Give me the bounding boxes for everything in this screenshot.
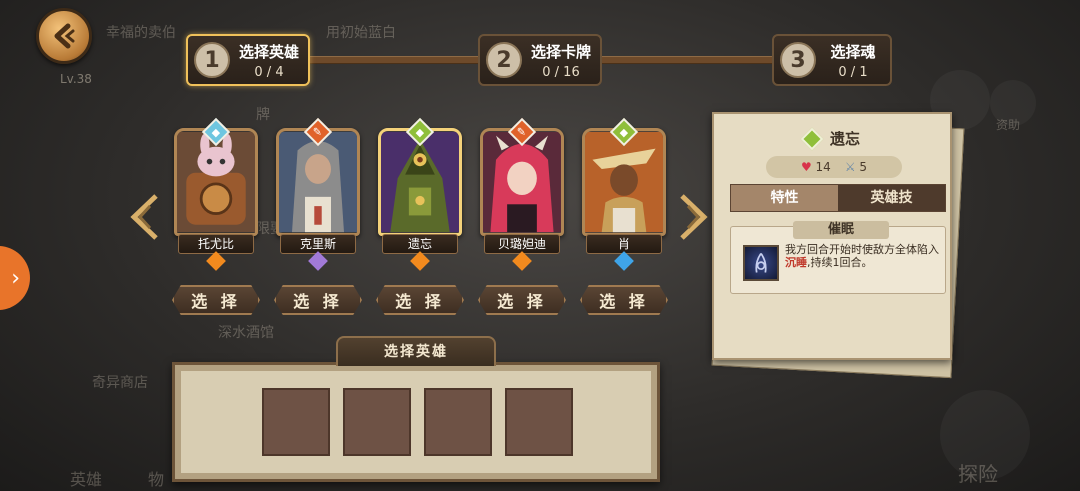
bg-label: 物	[148, 470, 165, 489]
step-count: 0 / 16	[542, 64, 580, 80]
hero-portrait	[483, 131, 561, 233]
hypnosis-icon	[743, 245, 779, 281]
rarity-gem-icon	[512, 251, 532, 271]
side-expand-tab[interactable]: ›	[0, 246, 30, 310]
tab-hero-skill[interactable]: 英雄技	[838, 185, 945, 211]
step-select-soul[interactable]: 3 选择魂 0 / 1	[772, 34, 892, 86]
carousel-next-button[interactable]	[676, 192, 710, 242]
step-count: 0 / 4	[254, 64, 284, 80]
trait-card: 催眠 我方回合开始时使敌方全体陷入沉睡,持续1回合。	[730, 221, 946, 294]
selected-heroes-panel	[172, 362, 660, 482]
hero-detail-name: 遗忘	[829, 130, 860, 148]
bg-label: 英雄	[70, 470, 103, 489]
bg-label: 探险	[958, 462, 998, 486]
hero-portrait	[585, 131, 663, 233]
step-select-hero[interactable]: 1 选择英雄 0 / 4	[186, 34, 310, 86]
class-gem-icon	[800, 127, 824, 150]
hero-portrait	[177, 131, 255, 233]
rarity-gem-icon	[614, 251, 634, 271]
step-number: 2	[486, 42, 522, 78]
hero-detail-panel: 遗忘 ♥ 14 ⚔ 5 特性 英雄技 催眠 我方回合开始时使敌方全体陷入沉睡,持…	[712, 112, 952, 360]
bg-label: 幸福的卖伯	[106, 25, 176, 41]
hero-card[interactable]: ✎ 克里斯	[276, 117, 360, 272]
sword-icon: ⚔	[844, 160, 856, 174]
rarity-gem-icon	[206, 251, 226, 271]
step-count: 0 / 1	[838, 64, 868, 80]
hero-slot[interactable]	[262, 388, 330, 456]
bg-label: 牌	[256, 107, 270, 123]
health-stat: ♥ 14	[801, 160, 831, 174]
hero-card[interactable]: ◆ 托尤比	[174, 117, 258, 272]
power-stat: ⚔ 5	[845, 160, 867, 174]
selected-heroes-title: 选择英雄	[336, 336, 496, 366]
rarity-gem-icon	[308, 251, 328, 271]
hero-card-selected[interactable]: ◆ 遗忘	[378, 117, 462, 272]
select-hero-button[interactable]: 选 择	[172, 285, 260, 315]
tab-trait[interactable]: 特性	[731, 185, 838, 211]
hero-card[interactable]: ◆ 肖	[582, 117, 666, 272]
heart-icon: ♥	[800, 160, 812, 174]
hero-slot[interactable]	[343, 388, 411, 456]
step-connector	[596, 56, 780, 64]
step-title: 选择卡牌	[530, 42, 591, 61]
select-hero-button[interactable]: 选 择	[376, 285, 464, 315]
power-value: 5	[859, 160, 868, 174]
hero-card[interactable]: ✎ 贝璐妲迪	[480, 117, 564, 272]
hero-portrait	[381, 131, 459, 233]
bg-label: 用初始蓝白	[326, 25, 396, 41]
rarity-gem-icon	[410, 251, 430, 271]
detail-tabs: 特性 英雄技	[730, 184, 946, 212]
keyword-sleep: 沉睡	[785, 256, 807, 269]
select-hero-button[interactable]: 选 择	[478, 285, 566, 315]
hero-detail-title: 遗忘	[714, 127, 950, 150]
chevron-right-icon: ›	[11, 265, 20, 291]
chevron-right-icon	[680, 194, 708, 240]
back-button[interactable]	[36, 8, 92, 64]
step-number: 1	[194, 42, 230, 78]
bg-label: 奇异商店	[92, 375, 148, 391]
step-select-cards[interactable]: 2 选择卡牌 0 / 16	[478, 34, 602, 86]
hero-slot[interactable]	[424, 388, 492, 456]
select-hero-button[interactable]: 选 择	[580, 285, 668, 315]
hero-stats: ♥ 14 ⚔ 5	[766, 156, 902, 178]
trait-name: 催眠	[793, 221, 889, 239]
bg-label: 深水酒馆	[218, 325, 274, 341]
bg-label: 资助	[996, 118, 1021, 132]
trait-description: 我方回合开始时使敌方全体陷入沉睡,持续1回合。	[785, 243, 939, 269]
step-connector	[300, 56, 490, 64]
hero-slot[interactable]	[505, 388, 573, 456]
carousel-prev-button[interactable]	[128, 192, 162, 242]
player-level: Lv.38	[60, 72, 92, 86]
step-number: 3	[780, 42, 816, 78]
chevron-left-icon	[130, 194, 158, 240]
step-title: 选择英雄	[238, 42, 299, 61]
health-value: 14	[815, 160, 831, 174]
back-arrow-icon	[54, 23, 75, 49]
step-title: 选择魂	[830, 42, 876, 61]
select-hero-button[interactable]: 选 择	[274, 285, 362, 315]
hero-portrait	[279, 131, 357, 233]
